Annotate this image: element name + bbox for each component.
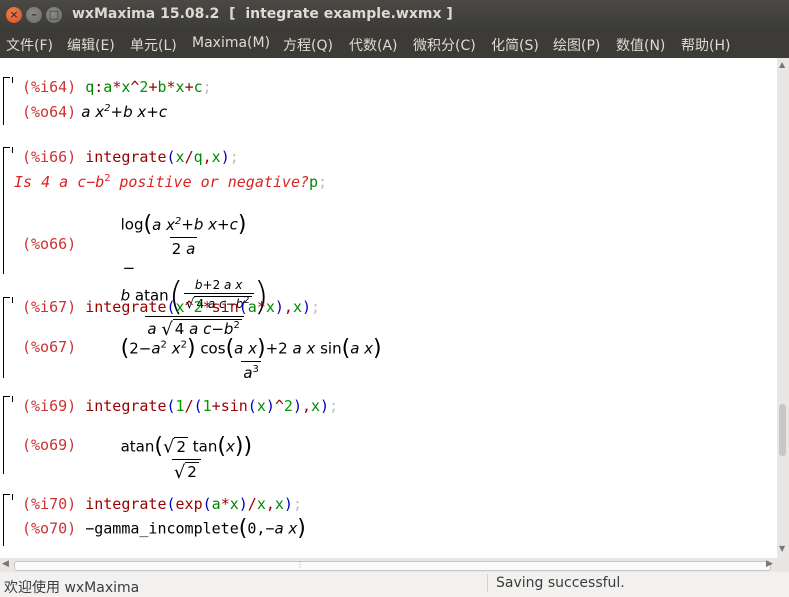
menu-maxima[interactable]: Maxima(M) <box>192 35 270 51</box>
cell-bracket-top <box>3 77 10 78</box>
input-line-i64[interactable]: (%i64) q:a*x^2+b*x+c; <box>22 78 212 96</box>
output-text: −gamma_incomplete <box>85 519 239 538</box>
output-label-o66-wrap: (%o66) <box>22 235 76 253</box>
vertical-scroll-thumb[interactable] <box>779 404 786 456</box>
output-label: (%o67) <box>22 338 77 356</box>
input-label: (%i64) <box>22 78 77 96</box>
cell-bracket-top <box>3 494 10 495</box>
worksheet[interactable]: (%i64) q:a*x^2+b*x+c; (%o64) a x2+b x+c … <box>0 58 777 558</box>
scroll-grip-icon: ⋮ <box>296 560 304 569</box>
scroll-right-arrow-icon[interactable]: ▶ <box>766 559 773 569</box>
menu-numeric[interactable]: 数值(N) <box>616 35 665 55</box>
cell-bracket-tick <box>12 494 13 500</box>
input-line-i70[interactable]: (%i70) integrate(exp(a*x)/x,x); <box>22 495 302 513</box>
close-window-button[interactable]: × <box>6 7 22 23</box>
output-label: (%o64) <box>22 103 77 121</box>
output-line-o64: (%o64) a x2+b x+c <box>22 103 168 121</box>
output-label: (%o66) <box>22 235 77 253</box>
question-text-tail: positive or negative? <box>110 173 310 191</box>
input-label: (%i70) <box>22 495 77 513</box>
menu-file[interactable]: 文件(F) <box>6 35 53 55</box>
output-expression-o69: atan(√ 2 tan(x)) √ 2 <box>120 434 253 484</box>
scrollbar-corner <box>777 558 789 572</box>
status-message: 欢迎使用 wxMaxima <box>4 580 140 596</box>
horizontal-scrollbar[interactable]: ◀ ⋮ ▶ <box>0 558 777 572</box>
menu-calculus[interactable]: 微积分(C) <box>413 35 476 55</box>
maximize-window-button[interactable]: □ <box>46 7 62 23</box>
status-divider <box>487 574 488 592</box>
scroll-up-arrow-icon[interactable]: ▲ <box>779 60 785 69</box>
menu-cell[interactable]: 单元(L) <box>130 35 177 55</box>
scroll-left-arrow-icon[interactable]: ◀ <box>2 559 9 569</box>
log-fraction: log(a x2+b x+c) 2 a <box>120 212 247 259</box>
question-text: Is 4 a c−b <box>14 173 105 191</box>
menu-bar: 文件(F) 编辑(E) 单元(L) Maxima(M) 方程(Q) 代数(A) … <box>0 30 789 58</box>
window-title: wxMaxima 15.08.2 [ integrate example.wxm… <box>72 6 453 22</box>
input-line-i69[interactable]: (%i69) integrate(1/(1+sin(x)^2),x); <box>22 397 338 415</box>
save-status: Saving successful. <box>496 575 625 591</box>
cell-bracket-top <box>3 297 10 298</box>
scroll-down-arrow-icon[interactable]: ▼ <box>779 544 785 553</box>
cell-bracket[interactable] <box>3 396 4 474</box>
output-label: (%o70) <box>22 519 77 538</box>
cell-bracket-top <box>3 147 10 148</box>
input-line-i66[interactable]: (%i66) integrate(x/q,x); <box>22 148 239 166</box>
output-expression-o67: (2−a2 x2) cos(a x)+2 a x sin(a x) a3 <box>120 336 382 383</box>
cell-bracket[interactable] <box>3 494 4 546</box>
input-label: (%i67) <box>22 298 77 316</box>
cell-bracket-top <box>3 396 10 397</box>
cell-bracket-tick <box>12 396 13 402</box>
menu-plot[interactable]: 绘图(P) <box>553 35 600 55</box>
menu-algebra[interactable]: 代数(A) <box>349 35 398 55</box>
output-line-o70: (%o70) −gamma_incomplete(0,−a x) <box>22 516 306 541</box>
input-label: (%i69) <box>22 397 77 415</box>
output-label-o69-wrap: (%o69) <box>22 436 76 454</box>
answer-text[interactable]: p <box>309 173 318 191</box>
horizontal-scroll-thumb[interactable] <box>14 561 771 571</box>
input-line-i67[interactable]: (%i67) integrate(x^2*sin(a*x),x); <box>22 298 320 316</box>
menu-help[interactable]: 帮助(H) <box>681 35 730 55</box>
cell-bracket-tick <box>12 297 13 303</box>
input-label: (%i66) <box>22 148 77 166</box>
menu-equations[interactable]: 方程(Q) <box>283 35 333 55</box>
menu-edit[interactable]: 编辑(E) <box>67 35 115 55</box>
cell-bracket-tick <box>12 147 13 153</box>
output-label-o67-wrap: (%o67) <box>22 338 76 356</box>
minimize-window-button[interactable]: – <box>26 7 42 23</box>
cell-bracket[interactable] <box>3 77 4 125</box>
status-bar: 欢迎使用 wxMaxima Saving successful. <box>0 572 789 596</box>
output-label: (%o69) <box>22 436 77 454</box>
question-line: Is 4 a c−b2 positive or negative?p; <box>14 173 328 191</box>
cell-bracket[interactable] <box>3 297 4 378</box>
menu-simplify[interactable]: 化简(S) <box>491 35 539 55</box>
title-bar: × – □ wxMaxima 15.08.2 [ integrate examp… <box>0 0 789 30</box>
vertical-scrollbar[interactable]: ▲ ▼ <box>777 58 789 558</box>
cell-bracket[interactable] <box>3 147 4 274</box>
cell-bracket-tick <box>12 77 13 83</box>
